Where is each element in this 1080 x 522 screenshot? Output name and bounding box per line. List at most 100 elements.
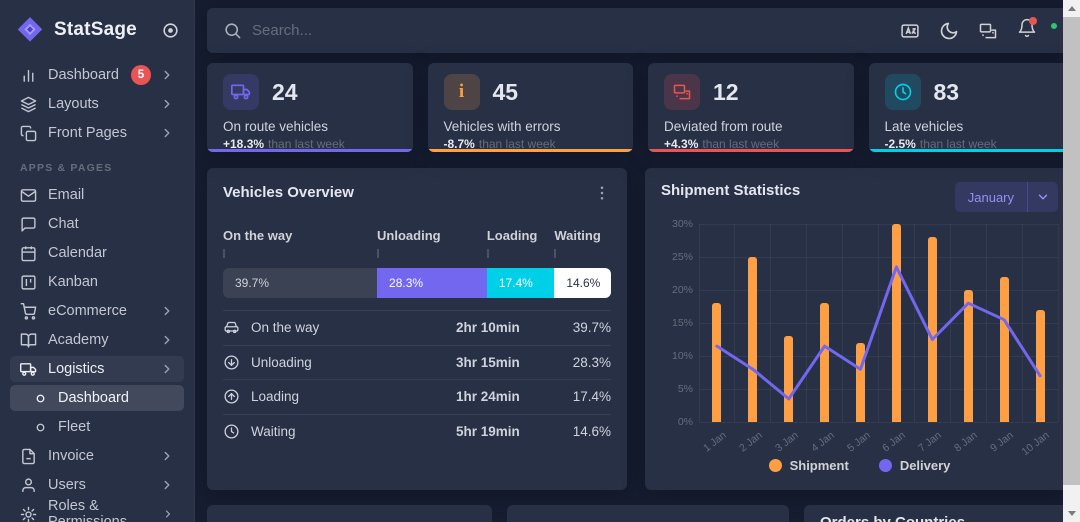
month-selector[interactable]: January [954, 182, 1058, 212]
sidebar-item-dashboards[interactable]: Dashboard 5 [10, 62, 184, 88]
clock-icon [224, 423, 239, 439]
sidebar-item-academy[interactable]: Academy [10, 327, 184, 353]
table-row: Waiting 5hr 19min 14.6% [223, 413, 611, 449]
vehicles-table: On the way 2hr 10min 39.7% Unloading 3hr… [223, 310, 611, 448]
circle-bullet-icon [36, 394, 45, 402]
stat-label: Vehicles with errors [443, 119, 561, 134]
scrollbar-down-button[interactable] [1063, 505, 1080, 522]
stat-value: 24 [272, 78, 298, 105]
kebab-menu-icon[interactable] [593, 184, 611, 202]
x-axis-tick: 8 Jan [952, 429, 980, 455]
sidebar-item-email[interactable]: Email [10, 182, 184, 208]
page-scrollbar[interactable] [1063, 0, 1080, 522]
x-axis-tick: 6 Jan [880, 429, 909, 455]
notifications-button[interactable] [1017, 17, 1037, 43]
chevron-right-icon [164, 70, 170, 80]
scrollbar-up-button[interactable] [1063, 0, 1080, 17]
search [223, 21, 900, 40]
online-status-dot [1049, 20, 1059, 31]
chat-icon [21, 216, 36, 232]
chevron-right-icon [164, 99, 170, 109]
orders-by-countries-title: Orders by Countries [820, 514, 1058, 522]
card-accent-bar [427, 149, 633, 152]
sidebar-item-kanban[interactable]: Kanban [10, 269, 184, 295]
sidebar-item-logistics[interactable]: Logistics [10, 356, 184, 382]
shipment-chart: 0% 5% 10% 15% 20% 25% 30% [661, 218, 1059, 428]
arrow-down-circle-icon [224, 354, 239, 370]
stat-card-errors: i 45 Vehicles with errors -8.7% than last… [427, 63, 633, 152]
sidebar-item-users[interactable]: Users [10, 472, 184, 498]
stat-label: Late vehicles [884, 119, 964, 134]
dark-mode-icon[interactable] [939, 21, 959, 41]
sidebar-item-roles-permissions[interactable]: Roles & Permissions [10, 498, 184, 522]
mail-icon [20, 188, 37, 202]
chevron-right-icon [164, 128, 170, 138]
info-icon: i [443, 74, 480, 110]
card-accent-bar [648, 149, 854, 152]
sidebar-item-invoice[interactable]: Invoice [10, 443, 184, 469]
card-accent-bar [207, 149, 413, 152]
sidebar-item-ecommerce[interactable]: eCommerce [10, 298, 184, 324]
brand-name: StatSage [54, 19, 137, 40]
scrollbar-thumb[interactable] [1063, 17, 1080, 485]
dashboard-count-badge: 5 [131, 65, 151, 85]
legend-item-delivery[interactable]: Delivery [878, 458, 950, 473]
truck-icon [20, 362, 37, 376]
chevron-right-icon [164, 451, 170, 461]
vehicles-progress-bar: 39.7% 28.3% 17.4% 14.6% [223, 268, 611, 298]
sidebar-collapse-toggle-icon[interactable] [161, 21, 180, 40]
vehicles-overview-title: Vehicles Overview [223, 184, 354, 201]
y-axis-tick: 10% [671, 350, 693, 362]
progress-segment-on-the-way: 39.7% [223, 268, 378, 298]
clock-icon [884, 74, 921, 110]
stat-value: 83 [933, 78, 960, 105]
cart-icon [20, 302, 37, 320]
x-axis-tick: 10 Jan [1019, 429, 1052, 459]
app-root: StatSage Dashboard 5 Layouts Front Pages [0, 0, 1080, 522]
sidebar-item-layouts[interactable]: Layouts [10, 91, 184, 117]
topbar-icons [900, 17, 1059, 43]
calendar-icon [21, 245, 36, 261]
pages-icon [20, 125, 37, 141]
chevron-right-icon [164, 364, 170, 374]
search-icon [225, 23, 241, 39]
language-icon[interactable] [900, 21, 920, 41]
stat-card-late: 83 Late vehicles -2.5% than last week [868, 63, 1074, 152]
y-axis-tick: 30% [671, 218, 693, 230]
x-axis-tick: 1 Jan [701, 429, 729, 455]
brand-logo-icon [17, 17, 43, 42]
y-axis-tick: 20% [671, 284, 693, 296]
x-axis-labels: 1 Jan 2 Jan 3 Jan 4 Jan 5 Jan 6 Jan 7 Jan 8 Jan… [699, 422, 1058, 458]
x-axis-tick: 5 Jan [844, 429, 873, 455]
x-axis-tick: 2 Jan [736, 429, 765, 455]
progress-segment-unloading: 28.3% [377, 268, 487, 298]
sidebar-subitem-logistics-dashboard[interactable]: Dashboard [10, 385, 184, 411]
shipment-plot: 0% 5% 10% 15% 20% 25% 30% [672, 218, 1059, 428]
kanban-icon [21, 274, 36, 290]
chevron-right-icon [164, 480, 170, 490]
sidebar-item-calendar[interactable]: Calendar [10, 240, 184, 266]
sidebar-section-label: APPS & PAGES [20, 162, 113, 174]
route-deviation-icon [664, 74, 700, 110]
car-icon [224, 321, 239, 334]
screens-icon[interactable] [978, 21, 998, 41]
sidebar-item-chat[interactable]: Chat [10, 211, 184, 237]
progress-segment-loading: 17.4% [486, 268, 555, 298]
bottom-card-1 [207, 505, 492, 522]
sidebar-subitem-logistics-fleet[interactable]: Fleet [10, 414, 184, 440]
stat-value: 12 [713, 78, 739, 105]
month-value: January [967, 189, 1014, 205]
stat-value: 45 [492, 78, 519, 105]
chevron-right-icon [164, 306, 170, 316]
x-axis-tick: 9 Jan [988, 429, 1016, 455]
x-axis-tick: 3 Jan [772, 429, 801, 455]
stat-label: On route vehicles [223, 119, 329, 134]
layers-icon [20, 96, 37, 112]
circle-bullet-icon [36, 423, 45, 431]
sidebar-item-front-pages[interactable]: Front Pages [10, 120, 184, 146]
legend-item-shipment[interactable]: Shipment [768, 458, 849, 473]
search-input[interactable] [252, 22, 672, 39]
stat-card-on-route: 24 On route vehicles +18.3% than last wee… [207, 63, 413, 152]
gear-icon [20, 506, 37, 522]
stats-row: 24 On route vehicles +18.3% than last wee… [207, 63, 1074, 152]
